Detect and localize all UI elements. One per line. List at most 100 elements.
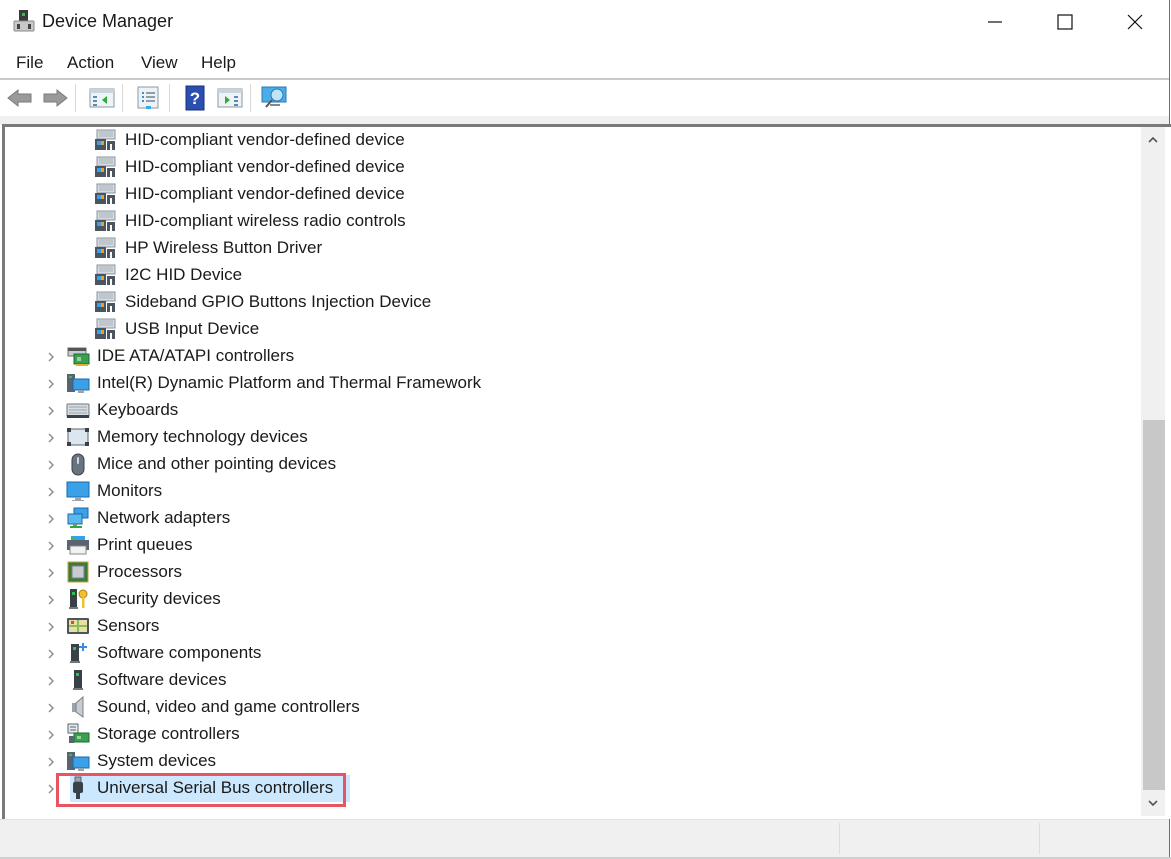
menu-file[interactable]: File [16, 53, 43, 73]
chevron-up-icon [1148, 137, 1158, 143]
tree-category-row[interactable]: IDE ATA/ATAPI controllers [0, 343, 1138, 370]
action-pane-icon [217, 88, 243, 108]
tree-item-label: I2C HID Device [125, 265, 243, 284]
tree-item-label: Software components [97, 643, 262, 662]
tree-item-label: Sensors [97, 616, 160, 635]
expand-chevron-icon[interactable] [44, 620, 58, 634]
scroll-up-button[interactable] [1141, 129, 1165, 151]
tree-category-row[interactable]: Processors [0, 559, 1138, 586]
close-button[interactable] [1100, 0, 1170, 44]
expand-chevron-icon[interactable] [44, 377, 58, 391]
expand-chevron-icon[interactable] [44, 701, 58, 715]
keyboard-icon [66, 398, 90, 422]
tree-device-row[interactable]: HID-compliant wireless radio controls [0, 208, 1138, 235]
tree-item-label: Processors [97, 562, 183, 581]
status-cell-2 [839, 823, 1039, 854]
expand-chevron-icon[interactable] [44, 404, 58, 418]
speaker-icon [66, 695, 90, 719]
scroll-down-button[interactable] [1141, 792, 1165, 814]
maximize-button[interactable] [1030, 0, 1100, 44]
tree-device-row[interactable]: HP Wireless Button Driver [0, 235, 1138, 262]
tree-category-row[interactable]: Sensors [0, 613, 1138, 640]
tree-category-row[interactable]: Intel(R) Dynamic Platform and Thermal Fr… [0, 370, 1138, 397]
menu-action[interactable]: Action [67, 53, 114, 73]
properties-button[interactable] [134, 85, 162, 111]
security-device-icon [66, 587, 90, 611]
tree-category-row[interactable]: Keyboards [0, 397, 1138, 424]
status-cell-3 [1039, 823, 1168, 854]
tree-device-row[interactable]: HID-compliant vendor-defined device [0, 181, 1138, 208]
show-hide-console-tree-button[interactable] [88, 85, 116, 111]
show-hide-action-pane-button[interactable] [216, 85, 244, 111]
tree-category-row[interactable]: Storage controllers [0, 721, 1138, 748]
tree-category-row[interactable]: Monitors [0, 478, 1138, 505]
expand-chevron-icon[interactable] [44, 593, 58, 607]
scan-hardware-button[interactable] [261, 85, 289, 111]
tree-device-row[interactable]: I2C HID Device [0, 262, 1138, 289]
tree-device-row[interactable]: Sideband GPIO Buttons Injection Device [0, 289, 1138, 316]
expand-chevron-icon[interactable] [44, 512, 58, 526]
status-bar [0, 819, 1169, 857]
tree-item-label: HP Wireless Button Driver [125, 238, 323, 257]
expand-chevron-icon[interactable] [44, 485, 58, 499]
menu-help[interactable]: Help [201, 53, 236, 73]
tree-item-label: Storage controllers [97, 724, 240, 743]
expand-chevron-icon[interactable] [44, 674, 58, 688]
tree-item-label: Security devices [97, 589, 221, 608]
forward-button[interactable] [41, 85, 69, 111]
help-button[interactable]: ? [181, 85, 209, 111]
tree-category-row[interactable]: Network adapters [0, 505, 1138, 532]
hid-device-icon [94, 155, 118, 179]
expand-chevron-icon[interactable] [44, 566, 58, 580]
tree-category-row[interactable]: Security devices [0, 586, 1138, 613]
window-title: Device Manager [42, 11, 174, 31]
minimize-icon [988, 21, 1002, 23]
svg-text:?: ? [190, 89, 200, 108]
tree-item-label: USB Input Device [125, 319, 260, 338]
expand-chevron-icon[interactable] [44, 728, 58, 742]
system-computer-icon [66, 371, 90, 395]
tree-category-row[interactable]: Software devices [0, 667, 1138, 694]
hid-device-icon [94, 209, 118, 233]
processor-icon [66, 560, 90, 584]
minimize-button[interactable] [960, 0, 1030, 44]
expand-chevron-icon[interactable] [44, 647, 58, 661]
tree-item-label: HID-compliant vendor-defined device [125, 157, 405, 176]
hid-device-icon [94, 290, 118, 314]
tree-item-label: Keyboards [97, 400, 179, 419]
tree-item-label: Software devices [97, 670, 227, 689]
tree-category-row[interactable]: Sound, video and game controllers [0, 694, 1138, 721]
expand-chevron-icon[interactable] [44, 755, 58, 769]
properties-icon [137, 86, 159, 109]
toolbar-separator [75, 84, 76, 112]
expand-chevron-icon[interactable] [44, 350, 58, 364]
tree-category-row[interactable]: Memory technology devices [0, 424, 1138, 451]
tree-item-label: IDE ATA/ATAPI controllers [97, 346, 295, 365]
tree-item-label: Network adapters [97, 508, 231, 527]
printer-icon [66, 533, 90, 557]
scroll-thumb[interactable] [1143, 420, 1165, 790]
menu-view[interactable]: View [141, 53, 178, 73]
storage-controller-icon [66, 722, 90, 746]
tree-item-label: HID-compliant wireless radio controls [125, 211, 406, 230]
tree-category-row[interactable]: Mice and other pointing devices [0, 451, 1138, 478]
tree-device-row[interactable]: USB Input Device [0, 316, 1138, 343]
ide-controller-icon [66, 344, 90, 368]
sensor-icon [66, 614, 90, 638]
tree-item-label: System devices [97, 751, 217, 770]
tree-category-row[interactable]: Software components [0, 640, 1138, 667]
tree-category-row[interactable]: Print queues [0, 532, 1138, 559]
toolbar-separator [250, 84, 251, 112]
back-button[interactable] [6, 85, 34, 111]
vertical-scrollbar[interactable] [1141, 127, 1165, 816]
system-computer-icon [66, 749, 90, 773]
toolbar-separator [122, 84, 123, 112]
tree-item-label: Mice and other pointing devices [97, 454, 337, 473]
expand-chevron-icon[interactable] [44, 539, 58, 553]
expand-chevron-icon[interactable] [44, 431, 58, 445]
tree-category-row[interactable]: System devices [0, 748, 1138, 775]
expand-chevron-icon[interactable] [44, 458, 58, 472]
tree-device-row[interactable]: HID-compliant vendor-defined device [0, 154, 1138, 181]
hid-device-icon [94, 236, 118, 260]
tree-device-row[interactable]: HID-compliant vendor-defined device [0, 127, 1138, 154]
